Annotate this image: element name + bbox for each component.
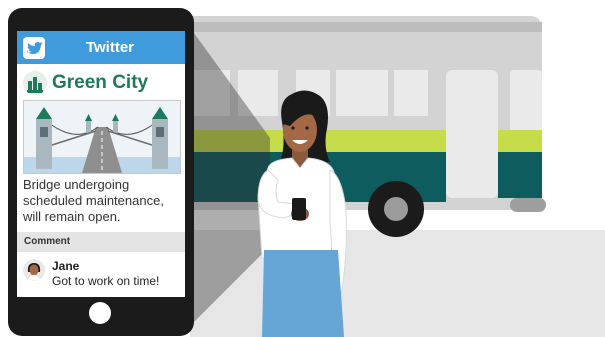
account-header[interactable]: Green City [23,71,183,95]
home-button[interactable] [89,302,111,324]
city-icon[interactable] [23,71,47,95]
phone-screen: Twitter Green City Bridge undergoing sch… [17,31,185,297]
bridge-image [24,101,180,173]
app-title: Twitter [85,39,135,56]
account-name[interactable]: Green City [52,72,148,94]
twitter-header: Twitter [17,31,185,64]
illustration-stage: Twitter Green City Bridge undergoing sch… [0,0,605,337]
post-image[interactable] [23,100,181,174]
post-text: Bridge undergoing scheduled maintenance,… [23,177,164,224]
comment-label: Comment [24,236,71,247]
bus-door [446,70,498,198]
comment-text: Got to work on time! [52,274,160,288]
woman-phone [292,198,306,220]
person-avatar-icon[interactable] [23,259,45,281]
skirt [262,250,344,337]
comment-section-header: Comment [17,232,185,252]
comment-author[interactable]: Jane [52,259,79,273]
